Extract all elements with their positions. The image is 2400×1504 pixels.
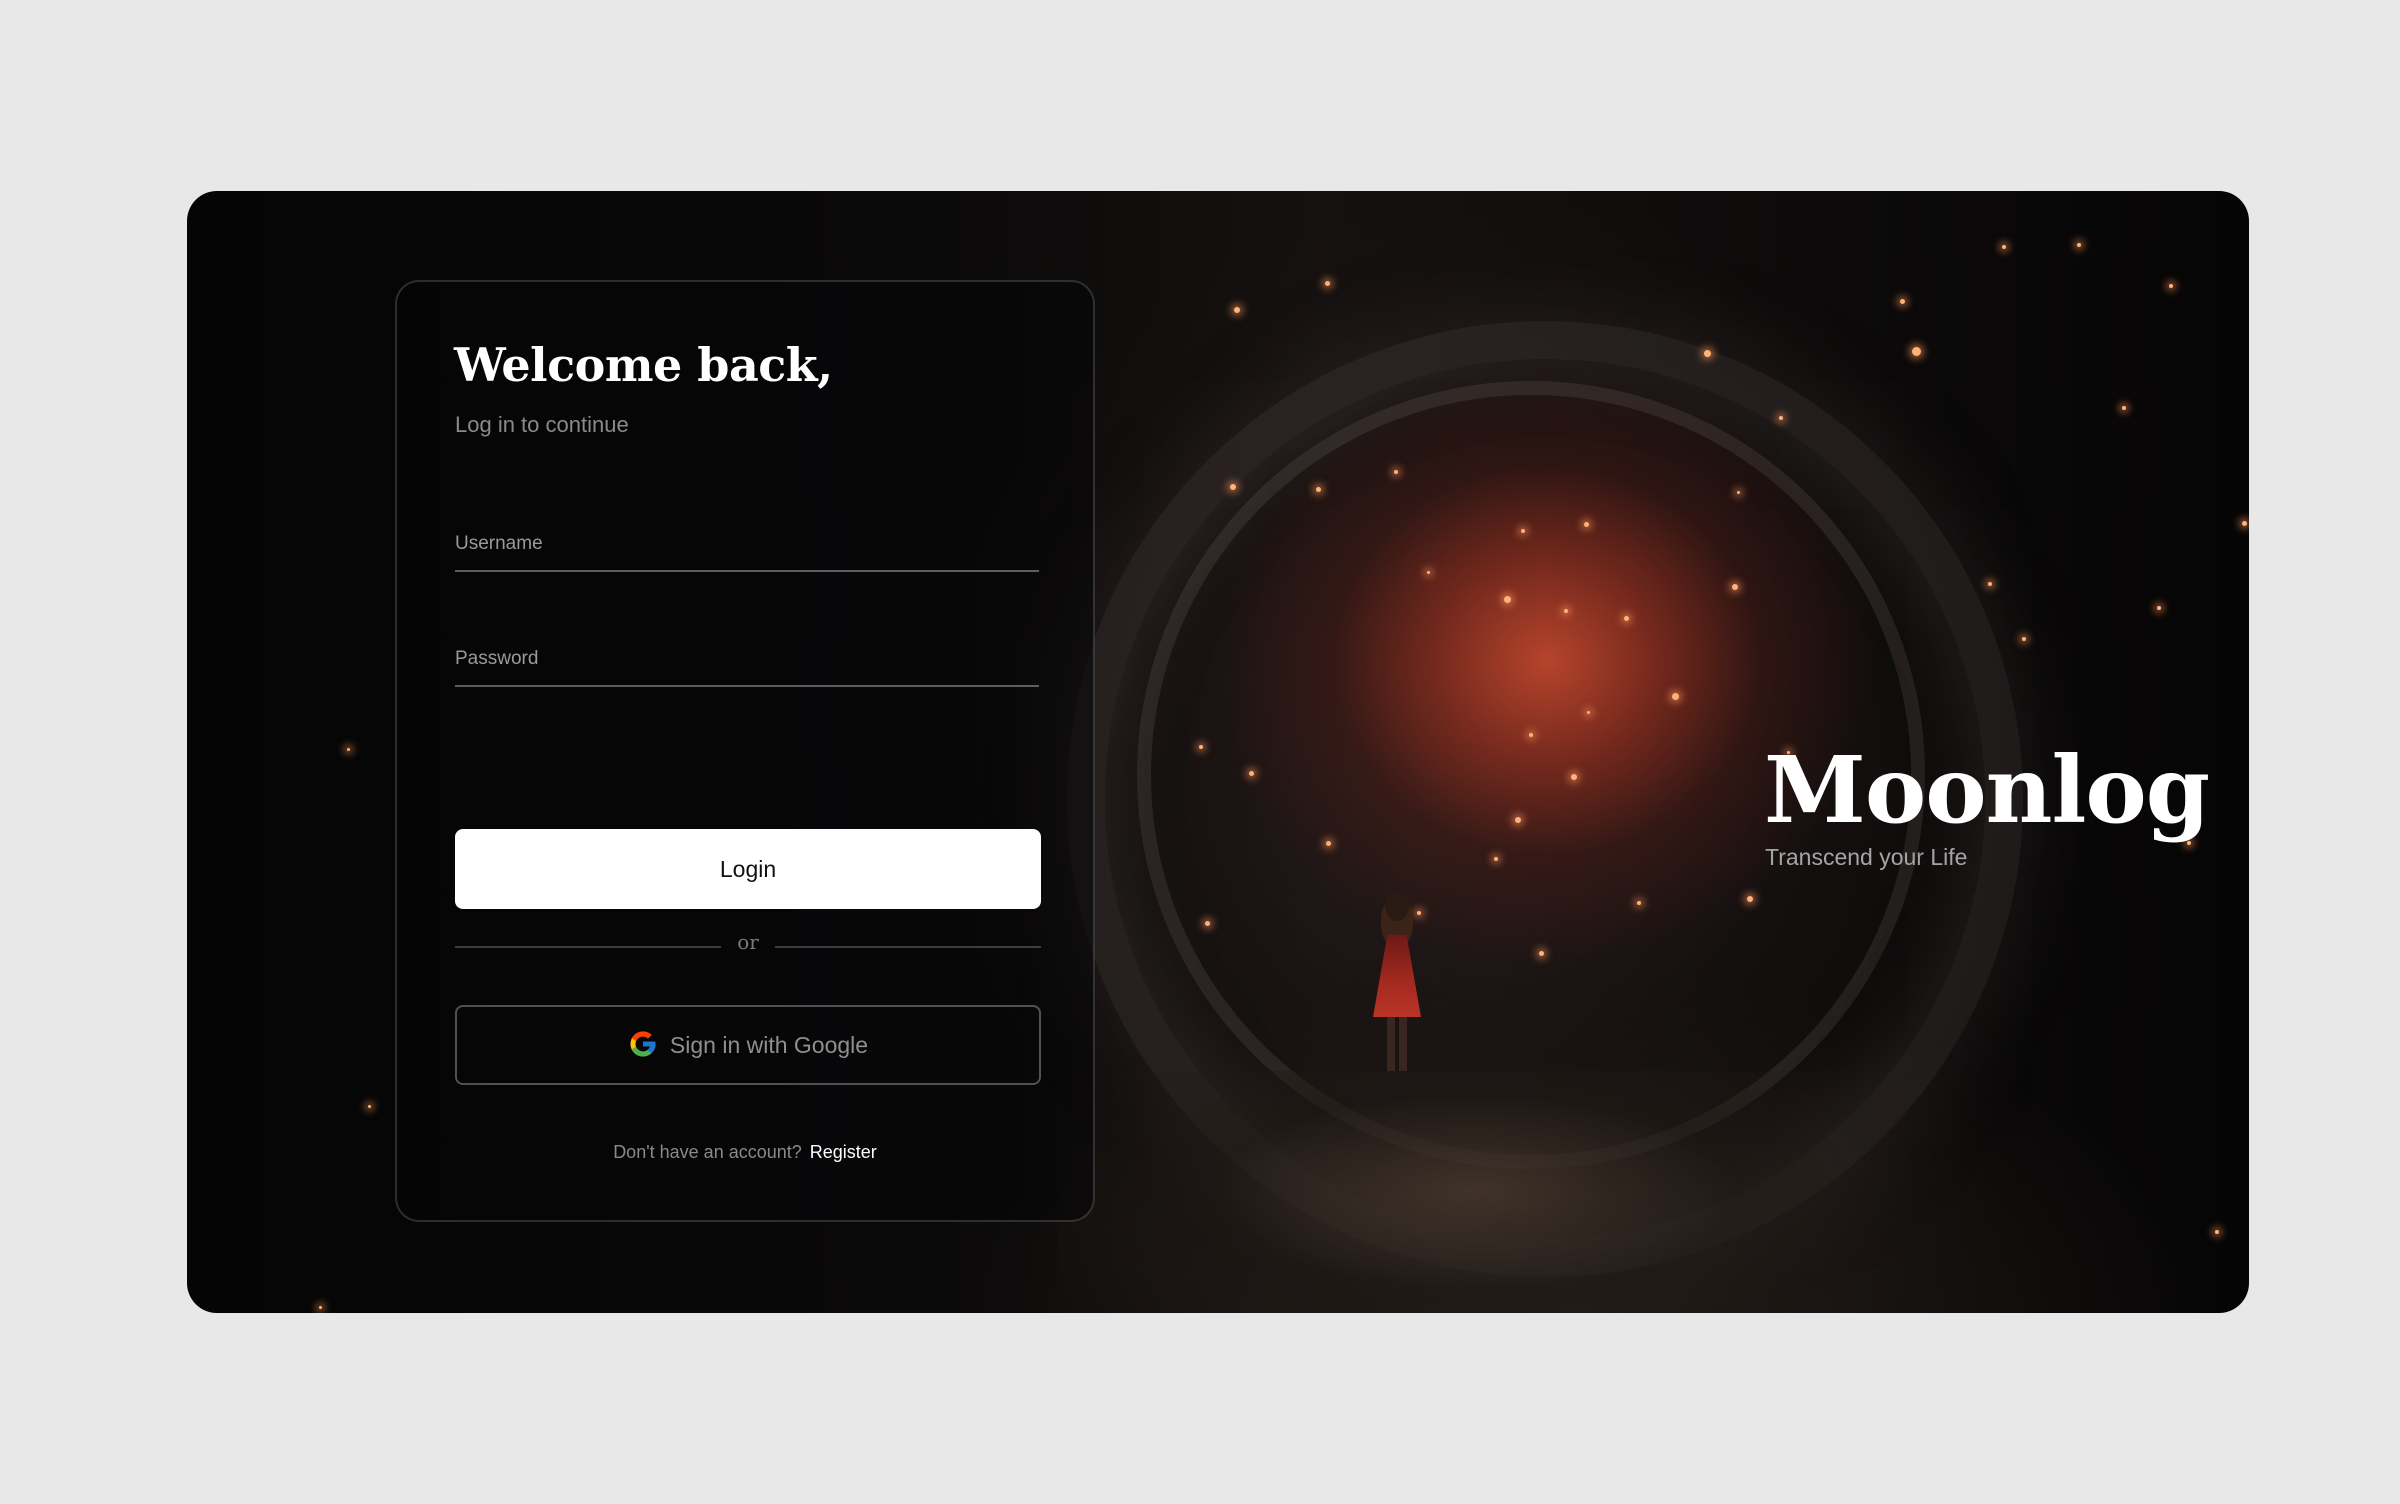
star-dot — [319, 1306, 322, 1309]
brand-tagline: Transcend your Life — [1765, 844, 1968, 870]
star-dot — [1529, 733, 1533, 737]
login-button[interactable]: Login — [455, 829, 1041, 909]
login-screen: Welcome back, Log in to continue Login o… — [187, 191, 2249, 1313]
google-signin-label: Sign in with Google — [669, 1031, 869, 1058]
star-dot — [1571, 774, 1577, 780]
star-dot — [1564, 609, 1568, 613]
password-field[interactable] — [455, 639, 1039, 679]
register-prompt: Don't have an account? — [613, 1142, 802, 1162]
password-field-wrapper — [455, 639, 1039, 687]
star-dot — [2122, 406, 2126, 410]
star-dot — [1515, 817, 1521, 823]
star-dot — [1988, 582, 1992, 586]
star-dot — [1624, 616, 1629, 621]
star-dot — [1249, 771, 1254, 776]
login-card: Welcome back, Log in to continue Login o… — [395, 280, 1095, 1222]
star-dot — [1587, 711, 1590, 714]
star-dot — [1900, 299, 1905, 304]
star-dot — [1494, 857, 1498, 861]
star-dot — [1521, 529, 1525, 533]
star-dot — [1637, 901, 1641, 905]
star-dot — [1704, 350, 1711, 357]
star-dot — [1325, 281, 1330, 286]
divider-line-left — [455, 946, 721, 948]
star-dot — [1672, 693, 1679, 700]
star-dot — [2242, 521, 2247, 526]
star-dot — [1427, 571, 1430, 574]
star-dot — [1230, 484, 1236, 490]
divider-label: or — [737, 930, 759, 954]
brand-logo: Moonlog — [1764, 736, 2210, 844]
star-dot — [1394, 470, 1398, 474]
star-dot — [368, 1105, 371, 1108]
star-dot — [1584, 522, 1589, 527]
star-dot — [2215, 1230, 2219, 1234]
google-signin-button[interactable]: Sign in with Google — [455, 1005, 1041, 1085]
register-link[interactable]: Register — [810, 1142, 877, 1162]
register-prompt-row: Don't have an account? Register — [397, 1142, 1093, 1163]
star-dot — [1199, 745, 1203, 749]
girl-illustration — [1367, 891, 1427, 1071]
star-dot — [1732, 584, 1738, 590]
google-icon — [628, 1029, 658, 1062]
star-dot — [2169, 284, 2173, 288]
star-dot — [1316, 487, 1321, 492]
star-dot — [1234, 307, 1240, 313]
divider-line-right — [775, 946, 1041, 948]
page-subtitle: Log in to continue — [455, 412, 629, 437]
star-dot — [1779, 416, 1783, 420]
star-dot — [2022, 637, 2026, 641]
page-title: Welcome back, — [454, 338, 833, 392]
star-dot — [1539, 951, 1544, 956]
username-field-wrapper — [455, 524, 1039, 572]
username-field[interactable] — [455, 524, 1039, 564]
star-dot — [1912, 347, 1921, 356]
star-dot — [2077, 243, 2081, 247]
star-dot — [1504, 596, 1511, 603]
star-dot — [2157, 606, 2161, 610]
star-dot — [2002, 245, 2006, 249]
cliff-illustration — [1057, 1071, 2057, 1313]
star-dot — [1205, 921, 1210, 926]
star-dot — [1747, 896, 1753, 902]
star-dot — [1737, 491, 1740, 494]
star-dot — [347, 748, 350, 751]
star-dot — [1326, 841, 1331, 846]
